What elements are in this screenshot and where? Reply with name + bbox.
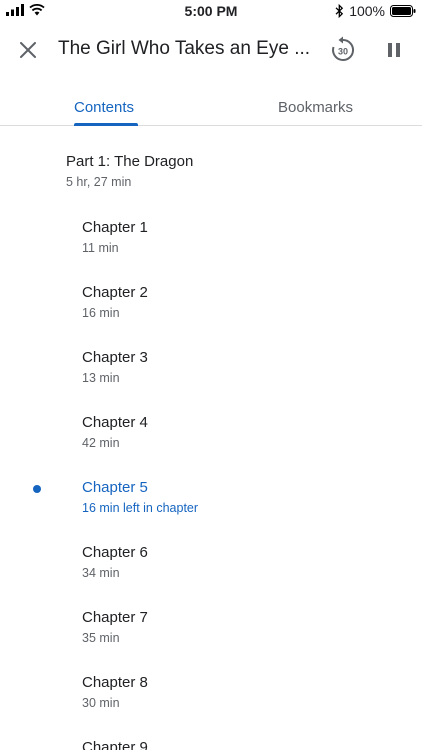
chapter-title: Chapter 5 [82, 479, 148, 496]
chapter-duration: 30 min [82, 696, 120, 710]
part-duration: 5 hr, 27 min [66, 175, 132, 189]
part-title: Part 1: The Dragon [66, 153, 194, 170]
chapter-duration: 42 min [82, 436, 120, 450]
battery-percent: 100% [349, 3, 385, 19]
chapter-item-current[interactable]: Chapter 5 16 min left in chapter [82, 479, 402, 515]
chapter-title: Chapter 3 [82, 349, 148, 366]
part-item[interactable]: Part 1: The Dragon 5 hr, 27 min [66, 153, 193, 189]
pause-icon [388, 43, 400, 57]
chapter-item[interactable]: Chapter 9 [82, 739, 402, 750]
chapter-title: Chapter 1 [82, 219, 148, 236]
pause-button[interactable] [380, 36, 408, 64]
replay-30-icon: 30 [332, 36, 355, 61]
chapter-title: Chapter 7 [82, 609, 148, 626]
chapter-title: Chapter 6 [82, 544, 148, 561]
chapter-item[interactable]: Chapter 6 34 min [82, 544, 402, 580]
chapter-duration: 34 min [82, 566, 120, 580]
current-chapter-indicator [33, 485, 41, 493]
chapter-title: Chapter 9 [82, 739, 148, 750]
chapter-item[interactable]: Chapter 3 13 min [82, 349, 402, 385]
chapter-duration: 13 min [82, 371, 120, 385]
close-button[interactable] [14, 36, 42, 64]
tab-bookmarks[interactable]: Bookmarks [278, 99, 353, 116]
app-bar: The Girl Who Takes an Eye ... 30 [0, 22, 422, 78]
replay-30-button[interactable]: 30 [328, 35, 358, 65]
tab-bar: Contents Bookmarks [0, 88, 422, 126]
tab-contents[interactable]: Contents [74, 99, 134, 116]
status-right: 100% [335, 3, 416, 19]
chapter-duration: 11 min [82, 241, 119, 255]
chapter-item[interactable]: Chapter 8 30 min [82, 674, 402, 710]
chapter-item[interactable]: Chapter 1 11 min [82, 219, 402, 255]
chapter-title: Chapter 2 [82, 284, 148, 301]
chapter-duration: 35 min [82, 631, 120, 645]
status-bar: 5:00 PM 100% [0, 0, 422, 22]
close-icon [20, 42, 36, 58]
chapter-title: Chapter 4 [82, 414, 148, 431]
chapter-item[interactable]: Chapter 2 16 min [82, 284, 402, 320]
replay-seconds-label: 30 [338, 47, 348, 57]
book-title: The Girl Who Takes an Eye ... [58, 38, 311, 59]
chapter-item[interactable]: Chapter 7 35 min [82, 609, 402, 645]
bluetooth-icon [335, 4, 344, 18]
contents-list: Part 1: The Dragon 5 hr, 27 min Chapter … [0, 127, 422, 750]
battery-icon [390, 5, 416, 17]
chapter-title: Chapter 8 [82, 674, 148, 691]
chapter-duration: 16 min [82, 306, 120, 320]
tab-indicator [74, 123, 138, 126]
chapter-duration: 16 min left in chapter [82, 501, 199, 515]
chapter-item[interactable]: Chapter 4 42 min [82, 414, 402, 450]
